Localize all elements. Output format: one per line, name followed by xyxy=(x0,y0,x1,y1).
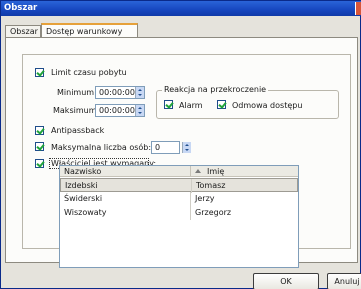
column-header-first-name-label: Imię xyxy=(207,167,225,176)
ok-button[interactable]: OK xyxy=(253,273,319,289)
column-header-first-name[interactable]: Imię xyxy=(191,166,298,177)
time-limit-checkbox[interactable] xyxy=(35,68,44,77)
exceed-reaction-title: Reakcja na przekroczenie xyxy=(162,85,269,94)
max-people-checkbox[interactable] xyxy=(35,142,44,151)
time-limit-label: Limit czasu pobytu xyxy=(51,68,127,77)
minimum-time-input[interactable]: 00:00:00 xyxy=(95,86,145,99)
cancel-button[interactable]: Anuluj xyxy=(327,273,361,289)
column-header-last-name[interactable]: Nazwisko xyxy=(60,166,191,177)
cell-first-name: Tomasz xyxy=(196,181,226,190)
maximum-spinner-icon[interactable] xyxy=(135,105,144,116)
sort-ascending-icon xyxy=(195,169,201,173)
cell-last-name: Świderski xyxy=(64,194,103,203)
minimum-label: Minimum xyxy=(57,88,95,97)
deny-access-label: Odmowa dostępu xyxy=(232,101,303,110)
owner-required-checkbox[interactable] xyxy=(35,159,44,168)
table-row[interactable]: Świderski Jerzy xyxy=(60,192,298,206)
antipassback-checkbox[interactable] xyxy=(35,126,44,135)
minimum-time-value: 00:00:00 xyxy=(99,88,135,97)
max-people-spinner-icon[interactable] xyxy=(182,142,191,153)
alarm-checkbox[interactable] xyxy=(164,100,173,109)
button-bar: OK Anuluj xyxy=(1,267,361,289)
table-header: Nazwisko Imię xyxy=(60,166,298,177)
window-title: Obszar xyxy=(4,3,38,13)
tab-obszar[interactable]: Obszar xyxy=(5,25,41,37)
max-people-value: 0 xyxy=(155,143,161,152)
cell-last-name: Wiszowaty xyxy=(64,208,107,217)
minimum-spinner-icon[interactable] xyxy=(135,87,144,98)
table-row[interactable]: Izdebski Tomasz xyxy=(60,178,298,193)
owners-table[interactable]: Nazwisko Imię Izdebski Tomasz Świderski … xyxy=(59,165,299,268)
alarm-label: Alarm xyxy=(179,101,203,110)
dialog-window: Obszar Obszar Dostęp warunkowy Limit cza… xyxy=(0,0,361,289)
cell-first-name: Jerzy xyxy=(195,194,215,203)
max-people-input[interactable]: 0 xyxy=(151,141,180,154)
tab-conditional-access[interactable]: Dostęp warunkowy xyxy=(41,23,138,37)
cell-first-name: Grzegorz xyxy=(195,208,232,217)
tab-panel: Limit czasu pobytu Minimum 00:00:00 Maks… xyxy=(5,37,358,268)
close-icon[interactable] xyxy=(355,2,361,15)
table-row[interactable]: Wiszowaty Grzegorz xyxy=(60,206,298,220)
antipassback-label: Antipassback xyxy=(51,126,105,135)
deny-access-checkbox[interactable] xyxy=(217,100,226,109)
title-bar[interactable]: Obszar xyxy=(1,1,361,16)
maximum-time-value: 00:00:00 xyxy=(99,106,135,115)
exceed-reaction-group: Reakcja na przekroczenie Alarm Odmowa do… xyxy=(156,85,339,119)
maximum-label: Maksimum xyxy=(53,106,97,115)
cell-last-name: Izdebski xyxy=(65,181,98,190)
max-people-label: Maksymalna liczba osób: xyxy=(51,143,152,152)
maximum-time-input[interactable]: 00:00:00 xyxy=(95,104,145,117)
